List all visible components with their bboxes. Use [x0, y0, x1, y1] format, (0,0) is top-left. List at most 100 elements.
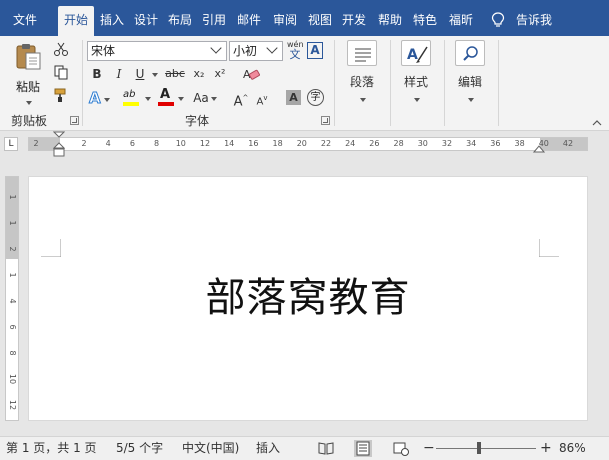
vruler-tick-label: 4	[8, 298, 17, 304]
word-count[interactable]: 5/5 个字	[116, 437, 163, 460]
tab-references[interactable]: 引用	[198, 6, 230, 36]
ruler-tick-label: 26	[369, 139, 380, 148]
clipboard-launcher-icon[interactable]	[70, 116, 79, 125]
page-count[interactable]: 第 1 页，共 1 页	[6, 437, 97, 460]
tab-design[interactable]: 设计	[130, 6, 162, 36]
character-shading-button[interactable]: A	[286, 90, 301, 105]
paste-icon	[16, 44, 41, 70]
svg-text:A: A	[407, 47, 418, 63]
italic-button[interactable]: I	[111, 64, 127, 84]
tab-developer[interactable]: 开发	[338, 6, 370, 36]
change-case-button[interactable]: Aa	[190, 88, 220, 108]
margin-corner-mark	[41, 239, 61, 257]
tab-mailings[interactable]: 邮件	[232, 6, 266, 36]
chevron-down-icon[interactable]	[210, 42, 222, 54]
tab-home[interactable]: 开始	[58, 6, 94, 36]
grow-font-button[interactable]: A^	[233, 88, 249, 109]
ruler-tick-label: 42	[562, 139, 574, 148]
ruler-tick-label: 2	[33, 139, 39, 148]
highlight-button[interactable]: ab	[121, 88, 151, 108]
paragraph-icon	[347, 40, 377, 66]
font-color-button[interactable]: A	[157, 88, 184, 108]
vruler-tick-label: 1	[8, 194, 17, 200]
web-layout-icon[interactable]	[392, 440, 410, 457]
subscript-button[interactable]: x₂	[190, 64, 208, 84]
insert-mode-indicator[interactable]: 插入	[256, 437, 280, 460]
styles-button[interactable]: A 样式	[392, 40, 440, 106]
tab-foxit[interactable]: 福昕	[444, 6, 478, 36]
tab-insert[interactable]: 插入	[95, 6, 129, 36]
print-layout-icon[interactable]	[354, 440, 372, 457]
vertical-ruler[interactable]: 1 1 2 1 4 6 8 10 12	[5, 176, 19, 421]
status-bar: 第 1 页，共 1 页 5/5 个字 中文(中国) 插入 − + 86%	[0, 436, 609, 460]
margin-corner-mark	[539, 239, 559, 257]
font-color-bar	[158, 102, 174, 106]
zoom-slider-track[interactable]	[436, 448, 536, 449]
lightbulb-icon	[491, 12, 505, 27]
ruler-tick-label: 20	[296, 139, 307, 148]
vruler-tick-label: 8	[8, 350, 17, 356]
text-effects-icon: A	[89, 89, 102, 108]
ruler-tick-label: 32	[441, 139, 453, 148]
document-text[interactable]: 部落窝教育	[29, 265, 587, 323]
editing-button[interactable]: 编辑	[446, 40, 494, 106]
format-painter-icon[interactable]	[53, 87, 69, 103]
change-case-label: Aa	[193, 91, 209, 105]
read-mode-icon[interactable]	[317, 440, 335, 457]
underline-dropdown-icon[interactable]	[149, 64, 159, 84]
zoom-out-button[interactable]: −	[423, 437, 435, 460]
text-effects-button[interactable]: A	[89, 88, 111, 108]
document-page[interactable]: 部落窝教育	[28, 176, 588, 421]
character-border-button[interactable]: A	[307, 42, 323, 59]
zoom-slider-thumb[interactable]	[477, 442, 481, 454]
clear-formatting-icon[interactable]: A	[242, 66, 260, 82]
paragraph-button[interactable]: 段落	[338, 40, 386, 106]
vruler-tick-label: 1	[8, 272, 17, 278]
shrink-font-button[interactable]: Av	[254, 88, 270, 108]
collapse-ribbon-icon[interactable]	[592, 116, 602, 126]
group-separator	[82, 40, 83, 126]
tab-layout[interactable]: 布局	[164, 6, 196, 36]
chevron-down-icon	[338, 92, 386, 106]
right-indent-marker[interactable]	[533, 144, 545, 154]
styles-label: 样式	[403, 75, 428, 89]
paste-label: 粘贴	[15, 80, 40, 94]
ruler-tick-label: 34	[466, 139, 477, 148]
ruler-tick-label: 4	[105, 139, 111, 148]
ruler-tick-label: 10	[175, 139, 186, 148]
tab-file[interactable]: 文件	[2, 6, 48, 36]
phonetic-guide-button[interactable]: wén 文	[287, 40, 304, 62]
ruler-tick-label: 22	[320, 139, 332, 148]
horizontal-ruler[interactable]: 2 2 4 6 8 10 12 14 16 18 20 22 24 26 28 30 32 34 36 38 40 42	[28, 137, 588, 151]
chevron-down-icon[interactable]	[266, 42, 278, 54]
tell-me-search[interactable]: 告诉我	[516, 6, 552, 34]
tab-help[interactable]: 帮助	[373, 6, 407, 36]
copy-icon[interactable]	[53, 64, 69, 80]
ribbon-home: 粘贴 剪贴板 宋体 小初 wén 文 A B I U abc x₂ x² A A…	[0, 36, 609, 131]
strikethrough-button[interactable]: abc	[163, 64, 187, 84]
paste-dropdown-icon[interactable]	[8, 95, 48, 109]
clipboard-group-label: 剪贴板	[11, 114, 48, 128]
font-launcher-icon[interactable]	[321, 116, 330, 125]
font-size-combobox[interactable]: 小初	[229, 41, 283, 61]
tab-selector[interactable]: L	[4, 137, 18, 151]
language-indicator[interactable]: 中文(中国)	[182, 437, 239, 460]
paste-button[interactable]: 粘贴	[8, 40, 48, 108]
underline-button[interactable]: U	[132, 64, 148, 84]
zoom-level[interactable]: 86%	[559, 437, 586, 460]
tab-view[interactable]: 视图	[304, 6, 336, 36]
indent-markers[interactable]	[53, 131, 65, 161]
styles-icon: A	[401, 40, 431, 66]
superscript-button[interactable]: x²	[211, 64, 229, 84]
tab-features[interactable]: 特色	[409, 6, 441, 36]
enclose-characters-button[interactable]: 字	[307, 89, 324, 106]
vruler-tick-label: 6	[8, 324, 17, 330]
bold-button[interactable]: B	[89, 64, 105, 84]
cut-icon[interactable]	[53, 41, 69, 57]
font-name-combobox[interactable]: 宋体	[87, 41, 227, 61]
zoom-in-button[interactable]: +	[540, 437, 552, 460]
vruler-tick-label: 10	[8, 373, 17, 385]
tab-review[interactable]: 审阅	[268, 6, 302, 36]
paragraph-label: 段落	[349, 75, 374, 89]
ruler-tick-label: 14	[224, 139, 235, 148]
